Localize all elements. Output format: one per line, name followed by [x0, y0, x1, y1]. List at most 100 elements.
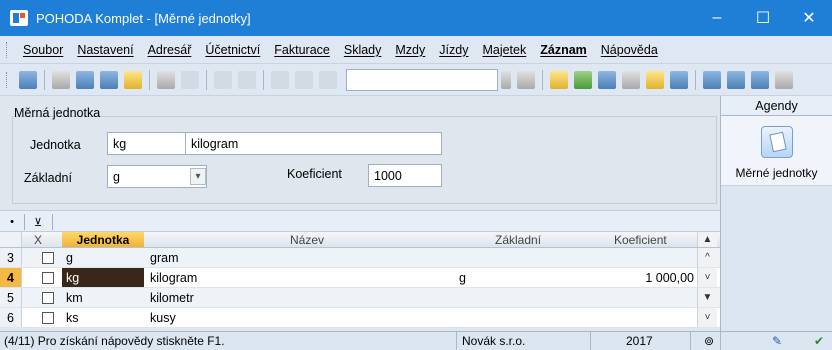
forward-arrow-icon [238, 70, 256, 89]
form-icon[interactable] [727, 70, 745, 89]
section-title: Měrná jednotka [14, 106, 101, 120]
header-x[interactable]: X [34, 232, 58, 247]
row-base: g [459, 270, 466, 285]
minimize-button[interactable]: – [694, 0, 740, 36]
header-zakladni[interactable]: Základní [495, 232, 575, 247]
menu-jizdy[interactable]: Jízdy [439, 43, 468, 57]
row-coef [590, 308, 694, 327]
menu-grip-icon [6, 41, 9, 58]
menu-napoveda[interactable]: Nápověda [601, 43, 658, 57]
table-row[interactable]: 3 g gram ^ [0, 248, 720, 268]
scroll-track[interactable]: ˅ [697, 268, 717, 287]
row-coef [590, 288, 694, 307]
table-row[interactable]: 6 ks kusy ˅ [0, 308, 720, 328]
close-button[interactable]: ✕ [786, 0, 832, 36]
status-year: 2017 [626, 334, 653, 348]
menu-adresar[interactable]: Adresář [148, 43, 192, 57]
search-dropdown-icon[interactable] [501, 70, 511, 89]
maximize-button[interactable]: ☐ [740, 0, 786, 36]
agenda-item-merne-jednotky[interactable]: Měrné jednotky [721, 116, 832, 186]
nazev-field[interactable]: kilogram [185, 132, 442, 155]
table-row[interactable]: 5 km kilometr ▼ [0, 288, 720, 308]
checkbox-icon[interactable] [42, 291, 54, 304]
header-nazev[interactable]: Název [290, 232, 390, 247]
header-rownum [0, 232, 22, 247]
menu-sklady[interactable]: Sklady [344, 43, 382, 57]
link-icon[interactable] [574, 70, 592, 89]
save-as-icon [295, 70, 313, 89]
koeficient-field[interactable]: 1000 [368, 164, 442, 187]
toolbar-separator [52, 214, 53, 230]
row-name: kilogram [150, 270, 198, 285]
folder-icon[interactable] [550, 70, 568, 89]
iban-icon[interactable] [670, 70, 688, 89]
row-checkbox[interactable] [42, 268, 58, 287]
header-jednotka[interactable]: Jednotka [62, 232, 144, 247]
quick-search-input[interactable] [346, 68, 498, 91]
row-coef: 1 000,00 [645, 270, 694, 285]
row-number: 5 [0, 288, 22, 307]
row-name: gram [150, 250, 179, 265]
calendar-icon[interactable] [622, 70, 640, 89]
window-icon[interactable] [751, 70, 769, 89]
export-icon[interactable] [124, 70, 142, 89]
report-icon[interactable] [703, 70, 721, 89]
toolbar-grip-icon [6, 71, 9, 88]
row-code: g [66, 250, 73, 265]
print-icon[interactable] [76, 70, 94, 89]
row-base [459, 308, 559, 327]
header-koeficient[interactable]: Koeficient [614, 232, 694, 247]
users-icon[interactable] [646, 70, 664, 89]
toolbar-separator [149, 69, 150, 90]
settings-icon[interactable]: ⊚ [704, 334, 714, 348]
search-record-icon[interactable] [52, 70, 70, 89]
table-row-selected[interactable]: 4 kg kilogram g 1 000,00 ˅ [0, 268, 720, 288]
toolbar-separator [542, 69, 543, 90]
checkbox-icon[interactable] [42, 271, 54, 284]
toolbar-separator [206, 69, 207, 90]
checkbox-icon[interactable] [42, 251, 54, 264]
menu-bar: Soubor Nastavení Adresář Účetnictví Fakt… [0, 36, 832, 64]
chevron-down-icon[interactable]: ▾ [190, 168, 206, 185]
title-bar: POHODA Komplet - [Měrné jednotky] – ☐ ✕ [0, 0, 832, 36]
row-checkbox[interactable] [42, 308, 58, 327]
row-code: ks [66, 310, 79, 325]
new-row-icon[interactable]: • [4, 214, 20, 230]
status-bar: (4/11) Pro získání nápovědy stiskněte F1… [0, 331, 832, 350]
row-name: kilometr [150, 290, 194, 305]
menu-zaznam[interactable]: Záznam [540, 43, 587, 57]
status-separator [720, 332, 721, 350]
edit-pen-icon[interactable]: ✎ [772, 334, 782, 348]
scroll-up-icon[interactable]: ^ [697, 248, 717, 267]
jednotka-field[interactable]: kg [107, 132, 187, 155]
calculator-icon[interactable] [598, 70, 616, 89]
status-company: Novák s.r.o. [462, 334, 526, 348]
menu-nastaveni[interactable]: Nastavení [77, 43, 133, 57]
row-number: 6 [0, 308, 22, 327]
new-record-icon[interactable] [157, 70, 175, 89]
row-checkbox[interactable] [42, 288, 58, 307]
menu-majetek[interactable]: Majetek [482, 43, 526, 57]
row-number: 4 [0, 268, 22, 287]
help-icon[interactable] [775, 70, 793, 89]
scroll-top-icon[interactable]: ▲ [697, 232, 717, 247]
menu-fakturace[interactable]: Fakturace [274, 43, 330, 57]
menu-ucetnictvi[interactable]: Účetnictví [205, 43, 260, 57]
scroll-bottom-icon[interactable]: ▼ [697, 288, 717, 307]
menu-mzdy[interactable]: Mzdy [395, 43, 425, 57]
back-arrow-icon [214, 70, 232, 89]
row-checkbox[interactable] [42, 248, 58, 267]
row-number: 3 [0, 248, 22, 267]
form-group-box [12, 116, 717, 204]
copy-icon [319, 70, 337, 89]
filter-icon[interactable]: ⊻ [30, 214, 46, 230]
print-preview-icon[interactable] [100, 70, 118, 89]
checkmark-icon[interactable]: ✔ [814, 334, 824, 348]
row-code: kg [62, 268, 144, 287]
checkbox-icon[interactable] [42, 311, 54, 324]
jednotka-label: Jednotka [30, 138, 81, 152]
agenda-list-icon[interactable] [19, 70, 37, 89]
filter-icon[interactable] [517, 70, 535, 89]
menu-soubor[interactable]: Soubor [23, 43, 63, 57]
scroll-down-icon[interactable]: ˅ [697, 308, 717, 327]
